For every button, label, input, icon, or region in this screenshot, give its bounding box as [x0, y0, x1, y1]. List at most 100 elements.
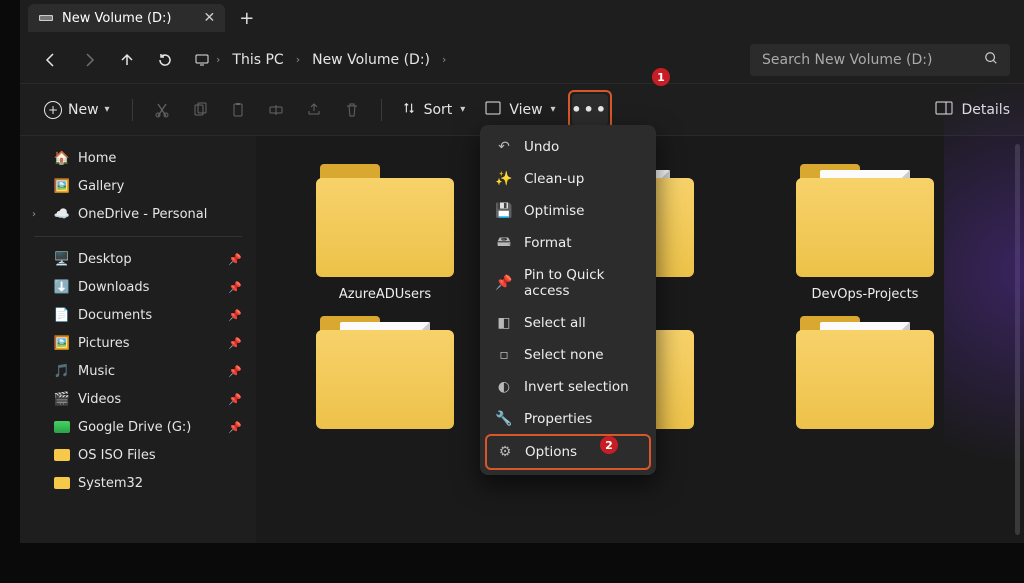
- menu-item-options[interactable]: ⚙Options: [485, 434, 651, 470]
- sidebar-item-desktop[interactable]: 🖥️Desktop📌: [24, 245, 252, 273]
- more-context-menu: ↶Undo ✨Clean-up 💾Optimise 🖴Format 📌Pin t…: [480, 125, 656, 475]
- active-tab[interactable]: New Volume (D:) ✕: [28, 4, 225, 32]
- documents-icon: 📄: [54, 307, 70, 323]
- rename-button[interactable]: [259, 93, 293, 127]
- home-icon: 🏠: [54, 150, 70, 166]
- chevron-right-icon: ›: [294, 53, 302, 66]
- sidebar-item-osiso[interactable]: OS ISO Files: [24, 441, 252, 469]
- back-button[interactable]: [34, 43, 68, 77]
- sidebar-item-music[interactable]: 🎵Music📌: [24, 357, 252, 385]
- folder-icon: [310, 316, 460, 431]
- menu-item-select-all[interactable]: ◧Select all: [486, 307, 650, 339]
- copy-button[interactable]: [183, 93, 217, 127]
- close-tab-button[interactable]: ✕: [204, 10, 216, 26]
- pin-icon: 📌: [228, 281, 242, 294]
- scrollbar[interactable]: [1015, 144, 1020, 535]
- folder-item[interactable]: AzureADUsers: [270, 164, 500, 302]
- folder-icon: [54, 447, 70, 463]
- sidebar-item-videos[interactable]: 🎬Videos📌: [24, 385, 252, 413]
- folder-icon: [310, 164, 460, 279]
- search-icon: [984, 51, 998, 69]
- folder-name: DevOps-Projects: [812, 287, 919, 302]
- folder-icon: [790, 316, 940, 431]
- sort-button[interactable]: Sort ▾: [394, 95, 474, 125]
- sidebar-item-system32[interactable]: System32: [24, 469, 252, 497]
- tab-bar: New Volume (D:) ✕ +: [20, 0, 1024, 36]
- drive-icon: 💾: [496, 203, 512, 219]
- folder-icon: [790, 164, 940, 279]
- plus-circle-icon: +: [44, 101, 62, 119]
- menu-item-select-none[interactable]: ▫Select none: [486, 339, 650, 371]
- more-button-highlight: •••: [568, 90, 612, 130]
- divider: [34, 236, 242, 237]
- chevron-right-icon[interactable]: ›: [32, 209, 36, 220]
- select-all-icon: ◧: [496, 315, 512, 331]
- details-pane-button[interactable]: Details: [935, 101, 1010, 119]
- menu-item-format[interactable]: 🖴Format: [486, 227, 650, 259]
- divider: [132, 99, 133, 121]
- cut-button[interactable]: [145, 93, 179, 127]
- navigation-pane: 🏠Home 🖼️Gallery ›☁️OneDrive - Personal 🖥…: [20, 136, 256, 543]
- delete-button[interactable]: [335, 93, 369, 127]
- address-bar: › This PC › New Volume (D:) › Search New…: [20, 36, 1024, 84]
- pin-icon: 📌: [228, 253, 242, 266]
- pin-icon: 📌: [228, 365, 242, 378]
- refresh-button[interactable]: [148, 43, 182, 77]
- undo-icon: ↶: [496, 139, 512, 155]
- details-label: Details: [961, 102, 1010, 118]
- drive-icon: [38, 10, 54, 26]
- paste-button[interactable]: [221, 93, 255, 127]
- more-button[interactable]: •••: [572, 94, 608, 126]
- sidebar-item-gdrive[interactable]: Google Drive (G:)📌: [24, 413, 252, 441]
- folder-item[interactable]: [750, 316, 980, 439]
- crumb-volume[interactable]: New Volume (D:): [306, 48, 436, 72]
- sidebar-item-home[interactable]: 🏠Home: [24, 144, 252, 172]
- new-button[interactable]: + New ▾: [34, 95, 120, 125]
- wrench-icon: 🔧: [496, 411, 512, 427]
- view-button[interactable]: View ▾: [477, 95, 563, 125]
- share-button[interactable]: [297, 93, 331, 127]
- pin-icon: 📌: [496, 275, 512, 291]
- onedrive-icon: ☁️: [54, 206, 70, 222]
- folder-name: AzureADUsers: [339, 287, 431, 302]
- ellipsis-icon: •••: [571, 100, 608, 119]
- chevron-right-icon: ›: [214, 53, 222, 66]
- search-input[interactable]: Search New Volume (D:): [750, 44, 1010, 76]
- gallery-icon: 🖼️: [54, 178, 70, 194]
- folder-item[interactable]: DevOps-Projects: [750, 164, 980, 302]
- menu-item-cleanup[interactable]: ✨Clean-up: [486, 163, 650, 195]
- crumb-this-pc[interactable]: This PC: [226, 48, 289, 72]
- chevron-down-icon: ▾: [105, 104, 110, 115]
- pin-icon: 📌: [228, 337, 242, 350]
- details-icon: [935, 101, 953, 119]
- broom-icon: ✨: [496, 171, 512, 187]
- pin-icon: 📌: [228, 393, 242, 406]
- divider: [381, 99, 382, 121]
- menu-item-properties[interactable]: 🔧Properties: [486, 403, 650, 435]
- music-icon: 🎵: [54, 363, 70, 379]
- google-drive-icon: [54, 419, 70, 435]
- search-placeholder: Search New Volume (D:): [762, 52, 932, 68]
- sidebar-item-onedrive[interactable]: ›☁️OneDrive - Personal: [24, 200, 252, 228]
- new-tab-button[interactable]: +: [239, 8, 254, 29]
- up-button[interactable]: [110, 43, 144, 77]
- sidebar-item-pictures[interactable]: 🖼️Pictures📌: [24, 329, 252, 357]
- sidebar-item-documents[interactable]: 📄Documents📌: [24, 301, 252, 329]
- annotation-badge-2: 2: [600, 436, 618, 454]
- format-icon: 🖴: [496, 235, 512, 251]
- monitor-icon: [194, 52, 210, 68]
- menu-item-pin[interactable]: 📌Pin to Quick access: [486, 259, 650, 307]
- sidebar-item-gallery[interactable]: 🖼️Gallery: [24, 172, 252, 200]
- forward-button[interactable]: [72, 43, 106, 77]
- pin-icon: 📌: [228, 309, 242, 322]
- menu-item-optimise[interactable]: 💾Optimise: [486, 195, 650, 227]
- sidebar-item-downloads[interactable]: ⬇️Downloads📌: [24, 273, 252, 301]
- gear-icon: ⚙: [497, 444, 513, 460]
- menu-item-invert[interactable]: ◐Invert selection: [486, 371, 650, 403]
- chevron-right-icon: ›: [440, 53, 448, 66]
- downloads-icon: ⬇️: [54, 279, 70, 295]
- menu-item-undo[interactable]: ↶Undo: [486, 131, 650, 163]
- chevron-down-icon: ▾: [460, 104, 465, 115]
- folder-icon: [54, 475, 70, 491]
- folder-item[interactable]: [270, 316, 500, 439]
